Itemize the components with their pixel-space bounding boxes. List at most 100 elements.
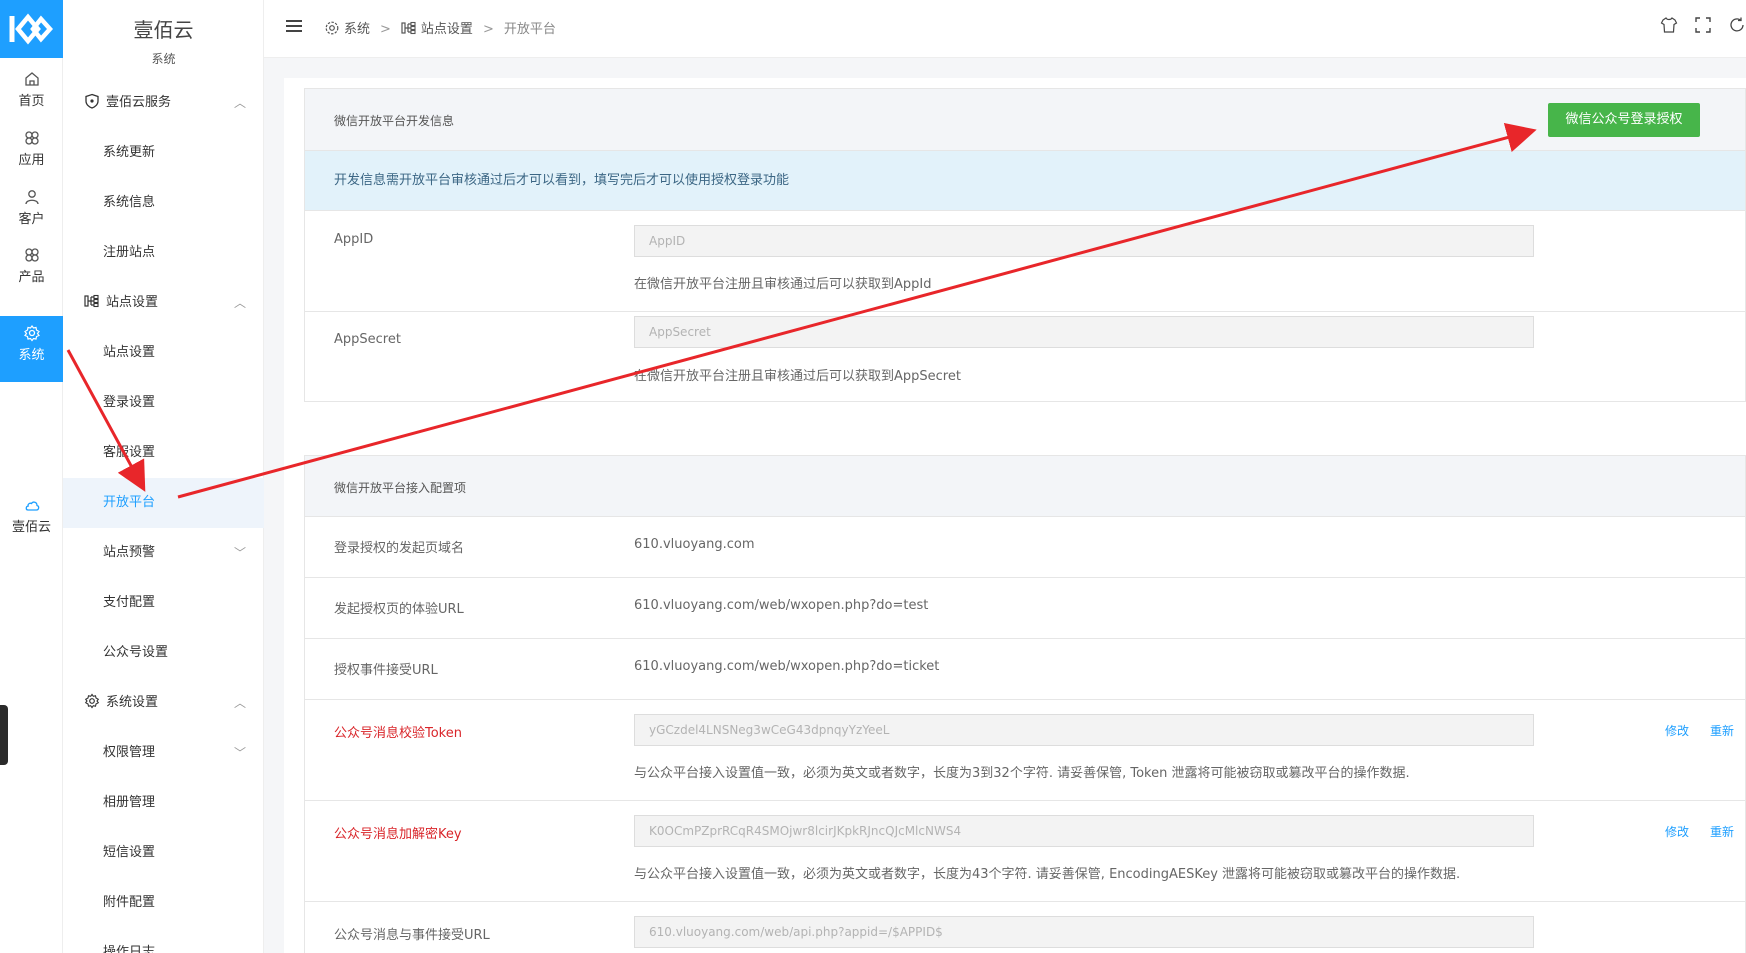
- sidebar-item-label: 站点预警: [103, 545, 156, 560]
- wechat-auth-button[interactable]: 微信公众号登录授权: [1548, 103, 1700, 137]
- aeskey-input[interactable]: K0OCmPZprRCqR4SMOjwr8lcirJKpkRJncQJcMlcN…: [634, 815, 1534, 847]
- breadcrumb-separator: >: [380, 22, 391, 37]
- appsecret-label: AppSecret: [334, 332, 401, 347]
- product-icon: [24, 248, 39, 262]
- rail-label: 应用: [18, 153, 45, 168]
- domain-label: 登录授权的发起页域名: [334, 541, 465, 556]
- sidebar-item-album[interactable]: 相册管理: [63, 778, 264, 828]
- sidebar-group-service[interactable]: 壹佰云服务 ︿: [63, 78, 264, 128]
- sidebar-item-update[interactable]: 系统更新: [63, 128, 264, 178]
- shield-icon: [85, 93, 99, 109]
- logo-icon: [9, 13, 53, 45]
- token-label: 公众号消息校验Token: [334, 726, 462, 741]
- home-icon: [24, 72, 39, 86]
- chevron-up-icon: ︿: [233, 696, 246, 710]
- appsecret-help: 在微信开放平台注册且审核通过后可以获取到AppSecret: [634, 369, 961, 384]
- rail-item-products[interactable]: 产品: [0, 238, 63, 300]
- top-bar: 系统 > 站点设置 > 开放平台: [264, 0, 1746, 58]
- card-header: 微信开放平台接入配置项: [305, 456, 1745, 517]
- form-row-appsecret: AppSecret AppSecret 在微信开放平台注册且审核通过后可以获取到…: [305, 312, 1745, 401]
- card-header: 微信开放平台开发信息 微信公众号登录授权: [305, 89, 1745, 151]
- form-row-ticket-url: 授权事件接受URL 610.vluoyang.com/web/wxopen.ph…: [305, 639, 1745, 700]
- menu-toggle-icon[interactable]: [286, 20, 302, 34]
- chevron-down-icon: ﹀: [233, 746, 246, 760]
- rail-label: 首页: [18, 94, 45, 109]
- chevron-down-icon: ﹀: [233, 546, 246, 560]
- sidebar-group-label: 壹佰云服务: [106, 95, 172, 110]
- msg-url-label: 公众号消息与事件接受URL: [334, 928, 490, 943]
- content-panel: 微信开放平台开发信息 微信公众号登录授权 开发信息需开放平台审核通过后才可以看到…: [284, 78, 1746, 953]
- sidebar-item-logs[interactable]: 操作日志: [63, 928, 264, 953]
- rail-item-system[interactable]: 系统: [0, 316, 63, 382]
- sidebar-group-label: 系统设置: [106, 695, 159, 710]
- breadcrumb: 系统 > 站点设置 > 开放平台: [324, 18, 556, 38]
- test-url-label: 发起授权页的体验URL: [334, 602, 464, 617]
- form-row-test-url: 发起授权页的体验URL 610.vluoyang.com/web/wxopen.…: [305, 578, 1745, 639]
- token-help: 与公众平台接入设置值一致，必须为英文或者数字，长度为3到32个字符. 请妥善保管…: [634, 766, 1410, 781]
- card-title: 微信开放平台开发信息: [334, 114, 455, 128]
- appid-label: AppID: [334, 232, 374, 247]
- rail-item-apps[interactable]: 应用: [0, 121, 63, 183]
- rail-item-home[interactable]: 首页: [0, 62, 63, 124]
- sidebar-group-label: 站点设置: [106, 295, 159, 310]
- sidebar-item-service-settings[interactable]: 客服设置: [63, 428, 264, 478]
- sidebar-item-info[interactable]: 系统信息: [63, 178, 264, 228]
- sitemap-icon: [401, 21, 416, 34]
- rail-label: 客户: [18, 212, 45, 227]
- cloud-icon: [25, 501, 39, 511]
- aeskey-help: 与公众平台接入设置值一致，必须为英文或者数字，长度为43个字符. 请妥善保管, …: [634, 867, 1461, 882]
- gear-icon: [325, 21, 339, 34]
- icon-rail: 首页 应用 客户 产品 系统 壹佰云: [0, 0, 63, 953]
- fullscreen-icon[interactable]: [1694, 16, 1712, 34]
- rail-label: 产品: [18, 270, 45, 285]
- apps-icon: [24, 131, 39, 145]
- rail-item-cloud[interactable]: 壹佰云: [0, 488, 63, 550]
- sidebar-item-label: 权限管理: [103, 745, 156, 760]
- app-logo[interactable]: [0, 0, 63, 58]
- sidebar-item-permissions[interactable]: 权限管理 ﹀: [63, 728, 264, 778]
- token-regenerate-link[interactable]: 重新: [1710, 722, 1734, 739]
- top-actions: [1648, 16, 1746, 34]
- sidebar-item-payment[interactable]: 支付配置: [63, 578, 264, 628]
- sidebar-item-register[interactable]: 注册站点: [63, 228, 264, 278]
- sidebar-subtitle: 系统: [151, 52, 176, 66]
- sidebar-item-site-alert[interactable]: 站点预警 ﹀: [63, 528, 264, 578]
- breadcrumb-item[interactable]: 系统: [344, 22, 370, 37]
- chevron-up-icon: ︿: [233, 296, 246, 310]
- gear-icon: [23, 325, 40, 342]
- dev-info-card: 微信开放平台开发信息 微信公众号登录授权 开发信息需开放平台审核通过后才可以看到…: [304, 88, 1746, 402]
- ticket-url-label: 授权事件接受URL: [334, 663, 438, 678]
- breadcrumb-current: 开放平台: [503, 22, 556, 37]
- card-title: 微信开放平台接入配置项: [334, 481, 467, 495]
- rail-label: 系统: [18, 348, 45, 363]
- tshirt-icon[interactable]: [1660, 16, 1678, 34]
- aeskey-label: 公众号消息加解密Key: [334, 827, 462, 842]
- sidebar-item-sms[interactable]: 短信设置: [63, 828, 264, 878]
- rail-label: 壹佰云: [11, 520, 51, 535]
- sidebar-item-site-settings[interactable]: 站点设置: [63, 328, 264, 378]
- sidebar-group-system[interactable]: 系统设置 ︿: [63, 678, 264, 728]
- sitemap-icon: [84, 294, 99, 307]
- ticket-url-value: 610.vluoyang.com/web/wxopen.php?do=ticke…: [634, 659, 940, 674]
- info-tip: 开发信息需开放平台审核通过后才可以看到，填写完后才可以使用授权登录功能: [305, 151, 1745, 211]
- form-row-msg-url: 公众号消息与事件接受URL 610.vluoyang.com/web/api.p…: [305, 902, 1745, 953]
- refresh-icon[interactable]: [1728, 16, 1746, 34]
- msg-url-input[interactable]: 610.vluoyang.com/web/api.php?appid=/$APP…: [634, 916, 1534, 948]
- token-edit-link[interactable]: 修改: [1665, 722, 1689, 739]
- aeskey-edit-link[interactable]: 修改: [1665, 823, 1689, 840]
- sidebar-item-mp-settings[interactable]: 公众号设置: [63, 628, 264, 678]
- appsecret-input[interactable]: AppSecret: [634, 316, 1534, 348]
- config-card: 微信开放平台接入配置项 登录授权的发起页域名 610.vluoyang.com …: [304, 455, 1746, 953]
- sidebar-item-attachments[interactable]: 附件配置: [63, 878, 264, 928]
- appid-input[interactable]: AppID: [634, 225, 1534, 257]
- sidebar-item-login-settings[interactable]: 登录设置: [63, 378, 264, 428]
- breadcrumb-item[interactable]: 站点设置: [421, 22, 473, 37]
- drag-handle[interactable]: [0, 705, 8, 765]
- sidebar-item-open-platform[interactable]: 开放平台: [63, 478, 264, 528]
- token-input[interactable]: yGCzdel4LNSNeg3wCeG43dpnqyYzYeeL: [634, 714, 1534, 746]
- user-icon: [24, 190, 39, 205]
- sidebar-group-site[interactable]: 站点设置 ︿: [63, 278, 264, 328]
- test-url-value: 610.vluoyang.com/web/wxopen.php?do=test: [634, 598, 929, 613]
- rail-item-customers[interactable]: 客户: [0, 180, 63, 242]
- aeskey-regenerate-link[interactable]: 重新: [1710, 823, 1734, 840]
